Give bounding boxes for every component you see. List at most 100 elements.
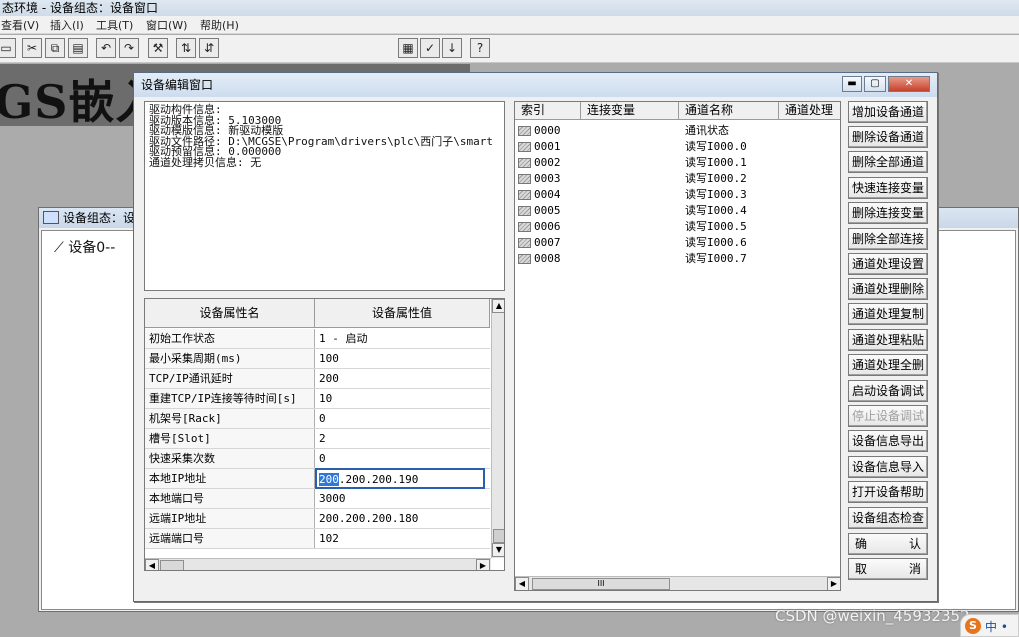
cancel-button[interactable]: 取 消: [848, 558, 928, 580]
cut-icon[interactable]: ✂: [22, 38, 42, 58]
channel-index: 0001: [534, 140, 561, 153]
scroll-thumb[interactable]: [493, 529, 504, 543]
quick-link-variable-button[interactable]: 快速连接变量: [848, 177, 928, 199]
ime-toolbar[interactable]: S 中 •: [960, 614, 1019, 637]
prop-row[interactable]: 初始工作状态 1 - 启动: [145, 329, 490, 349]
channel-name: 读写I000.2: [685, 172, 747, 185]
check-icon[interactable]: ✓: [420, 38, 440, 58]
unselected-text: .200.200.190: [338, 473, 419, 486]
scroll-up-icon[interactable]: ▲: [492, 299, 504, 313]
ime-mode-indicator[interactable]: 中 •: [985, 618, 1008, 635]
channel-process-delete-all-button[interactable]: 通道处理全删: [848, 354, 928, 376]
app-title-bar: 态环境 - 设备组态：设备窗口: [0, 0, 1019, 16]
channel-row[interactable]: 0004 读写I000.3: [515, 187, 840, 203]
channel-row[interactable]: 0001 读写I000.0: [515, 139, 840, 155]
device-properties-grid: 设备属性名 设备属性值 初始工作状态 1 - 启动 最小采集周期(ms) 100…: [144, 298, 505, 571]
print-preview-icon[interactable]: ▭: [0, 38, 16, 58]
properties-horizontal-scrollbar[interactable]: ◀ ▶: [145, 558, 491, 570]
menu-help[interactable]: 帮助(H): [200, 17, 239, 33]
prop-row-local-ip[interactable]: 本地IP地址 200.200.200.190: [145, 468, 490, 489]
paste-icon[interactable]: ▤: [68, 38, 88, 58]
prop-value[interactable]: 1 - 启动: [319, 329, 489, 348]
device-config-icon[interactable]: ⇅: [176, 38, 196, 58]
redo-icon[interactable]: ↷: [119, 38, 139, 58]
scroll-right-icon[interactable]: ▶: [827, 577, 840, 590]
channel-row[interactable]: 0000 通讯状态: [515, 123, 840, 139]
properties-icon[interactable]: ▦: [398, 38, 418, 58]
col-linked-variable[interactable]: 连接变量: [581, 102, 679, 120]
prop-row[interactable]: 快速采集次数 0: [145, 449, 490, 469]
download-icon[interactable]: ↓: [442, 38, 462, 58]
scroll-left-icon[interactable]: ◀: [515, 577, 529, 590]
channel-process-copy-button[interactable]: 通道处理复制: [848, 303, 928, 325]
channel-icon: [518, 126, 531, 136]
prop-row[interactable]: 最小采集周期(ms) 100: [145, 349, 490, 369]
menu-window[interactable]: 窗口(W): [146, 17, 187, 33]
channel-row[interactable]: 0006 读写I000.5: [515, 219, 840, 235]
prop-row[interactable]: 重建TCP/IP连接等待时间[s] 10: [145, 389, 490, 409]
close-icon[interactable]: ✕: [888, 76, 930, 92]
open-device-help-button[interactable]: 打开设备帮助: [848, 481, 928, 503]
delete-all-channels-button[interactable]: 删除全部通道: [848, 151, 928, 173]
prop-value[interactable]: 200: [319, 369, 489, 388]
menu-insert[interactable]: 插入(I): [50, 17, 84, 33]
channel-row[interactable]: 0005 读写I000.4: [515, 203, 840, 219]
prop-row[interactable]: 远端端口号 102: [145, 529, 490, 549]
channel-row[interactable]: 0003 读写I000.2: [515, 171, 840, 187]
prop-row[interactable]: 槽号[Slot] 2: [145, 429, 490, 449]
scroll-down-icon[interactable]: ▼: [492, 543, 504, 557]
maximize-icon[interactable]: ▢: [864, 76, 886, 92]
delete-all-links-button[interactable]: 删除全部连接: [848, 228, 928, 250]
channel-row[interactable]: 0002 读写I000.1: [515, 155, 840, 171]
prop-value[interactable]: 2: [319, 429, 489, 448]
scroll-right-icon[interactable]: ▶: [476, 559, 490, 570]
prop-value[interactable]: 102: [319, 529, 489, 548]
properties-header: 设备属性名 设备属性值: [145, 299, 490, 328]
menu-view[interactable]: 查看(V): [1, 17, 39, 33]
device-config-check-button[interactable]: 设备组态检查: [848, 507, 928, 529]
scroll-thumb[interactable]: [160, 560, 184, 570]
prop-value[interactable]: 10: [319, 389, 489, 408]
col-channel-processing[interactable]: 通道处理: [779, 102, 840, 120]
menu-tools[interactable]: 工具(T): [96, 17, 133, 33]
prop-name: 本地端口号: [145, 489, 315, 508]
prop-row[interactable]: TCP/IP通讯延时 200: [145, 369, 490, 389]
scroll-left-icon[interactable]: ◀: [145, 559, 159, 570]
prop-name: 槽号[Slot]: [145, 429, 315, 448]
stop-device-debug-button[interactable]: 停止设备调试: [848, 405, 928, 427]
channel-row[interactable]: 0008 读写I000.7: [515, 251, 840, 267]
delete-device-channel-button[interactable]: 删除设备通道: [848, 126, 928, 148]
prop-value[interactable]: 200.200.200.180: [319, 509, 489, 528]
local-ip-input[interactable]: 200.200.200.190: [315, 468, 485, 489]
window-icon: [43, 211, 59, 224]
import-device-info-button[interactable]: 设备信息导入: [848, 456, 928, 478]
prop-value[interactable]: 100: [319, 349, 489, 368]
help-icon[interactable]: ?: [470, 38, 490, 58]
prop-value[interactable]: 0: [319, 409, 489, 428]
properties-vertical-scrollbar[interactable]: ▲ ▼: [491, 299, 504, 558]
channel-row[interactable]: 0007 读写I000.6: [515, 235, 840, 251]
col-index[interactable]: 索引: [515, 102, 581, 120]
prop-value[interactable]: 0: [319, 449, 489, 468]
add-device-channel-button[interactable]: 增加设备通道: [848, 101, 928, 123]
prop-row[interactable]: 本地端口号 3000: [145, 489, 490, 509]
undo-icon[interactable]: ↶: [96, 38, 116, 58]
export-device-info-button[interactable]: 设备信息导出: [848, 430, 928, 452]
channel-horizontal-scrollbar[interactable]: ◀ III ▶: [515, 576, 840, 590]
prop-row[interactable]: 远端IP地址 200.200.200.180: [145, 509, 490, 529]
copy-icon[interactable]: ⧉: [45, 38, 65, 58]
prop-value[interactable]: 3000: [319, 489, 489, 508]
device-window-icon[interactable]: ⇵: [199, 38, 219, 58]
channel-process-delete-button[interactable]: 通道处理删除: [848, 278, 928, 300]
ok-button[interactable]: 确 认: [848, 533, 928, 555]
channel-process-settings-button[interactable]: 通道处理设置: [848, 253, 928, 275]
prop-row[interactable]: 机架号[Rack] 0: [145, 409, 490, 429]
delete-link-variable-button[interactable]: 删除连接变量: [848, 202, 928, 224]
scroll-thumb[interactable]: III: [532, 578, 670, 590]
tree-node-device0[interactable]: ⟋ 设备0--: [54, 237, 115, 257]
col-channel-name[interactable]: 通道名称: [679, 102, 779, 120]
channel-process-paste-button[interactable]: 通道处理粘贴: [848, 329, 928, 351]
tools-icon[interactable]: ⚒: [148, 38, 168, 58]
start-device-debug-button[interactable]: 启动设备调试: [848, 380, 928, 402]
minimize-icon[interactable]: ▬: [842, 76, 862, 92]
